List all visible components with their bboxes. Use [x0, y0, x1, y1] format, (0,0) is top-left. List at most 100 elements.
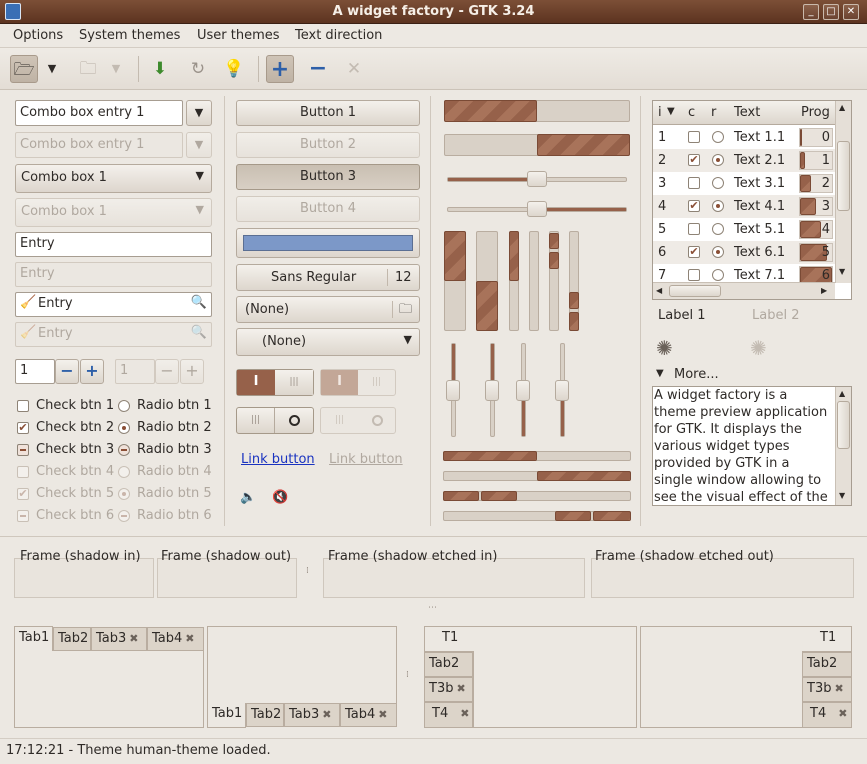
- scroll-up-icon[interactable]: ▲: [839, 103, 845, 112]
- row-checkbox[interactable]: ✔: [688, 246, 700, 258]
- tab-right-4[interactable]: T4 ✖: [802, 702, 852, 728]
- v-scale-2-handle[interactable]: [485, 380, 499, 401]
- scroll-up-icon[interactable]: ▲: [839, 389, 845, 398]
- close-tab-icon[interactable]: ✖: [456, 682, 465, 695]
- tab-right-3[interactable]: T3b ✖: [802, 677, 852, 702]
- tab-bottom-2[interactable]: Tab2: [246, 703, 284, 727]
- broom-icon[interactable]: 🧹: [20, 295, 36, 310]
- row-checkbox[interactable]: [688, 131, 700, 143]
- table-row[interactable]: 5 Text 5.1 4: [653, 218, 835, 241]
- pane-handle-h-icon[interactable]: ⋯: [428, 603, 437, 613]
- tab-left-4[interactable]: T4 ✖: [424, 702, 473, 728]
- lightbulb-icon[interactable]: 💡: [220, 55, 248, 83]
- menu-text-direction[interactable]: Text direction: [295, 28, 382, 43]
- switch-off[interactable]: |||: [236, 407, 314, 434]
- tab-top-1[interactable]: Tab1: [14, 626, 53, 651]
- tab-top-3[interactable]: Tab3 ✖: [91, 627, 147, 651]
- close-tab-icon[interactable]: ✖: [838, 707, 847, 720]
- scroll-right-icon[interactable]: ▶: [821, 286, 827, 295]
- title-bar[interactable]: A widget factory - GTK 3.24 _ □ ✕: [0, 0, 867, 24]
- tree-hscroll-thumb[interactable]: [669, 285, 721, 297]
- radio-btn-3[interactable]: [118, 444, 130, 456]
- expander-chevron-icon[interactable]: ▼: [656, 368, 664, 379]
- text-vscroll-thumb[interactable]: [837, 401, 850, 449]
- pane-handle-icon[interactable]: ⁞: [306, 566, 309, 576]
- spin-button-value[interactable]: 1: [15, 359, 55, 384]
- h-scale-1-handle[interactable]: [527, 171, 547, 187]
- menu-system-themes[interactable]: System themes: [79, 28, 180, 43]
- text-vscrollbar[interactable]: ▲ ▼: [835, 387, 851, 505]
- v-scale-4-handle[interactable]: [555, 380, 569, 401]
- row-radio[interactable]: [712, 200, 724, 212]
- row-radio[interactable]: [712, 269, 724, 281]
- tab-right-2[interactable]: Tab2: [802, 652, 852, 677]
- row-radio[interactable]: [712, 223, 724, 235]
- open-folder-icon[interactable]: 🗁: [10, 55, 38, 83]
- refresh-icon[interactable]: ↻: [184, 55, 212, 83]
- tab-right-1[interactable]: T1: [802, 626, 852, 652]
- combo-entry-1[interactable]: Combo box entry 1: [15, 100, 183, 126]
- add-icon[interactable]: +: [266, 55, 294, 83]
- scroll-left-icon[interactable]: ◀: [656, 286, 662, 295]
- check-btn-1[interactable]: [17, 400, 29, 412]
- table-row[interactable]: 2 ✔ Text 2.1 1: [653, 149, 835, 172]
- close-tab-icon[interactable]: ✖: [460, 707, 469, 720]
- row-checkbox[interactable]: [688, 177, 700, 189]
- combo-box-1[interactable]: Combo box 1 ▼: [15, 164, 212, 193]
- tree-vscrollbar[interactable]: ▲ ▼: [835, 101, 851, 283]
- col-header-r[interactable]: r: [711, 105, 716, 120]
- font-button[interactable]: Sans Regular 12: [236, 264, 420, 291]
- row-radio[interactable]: [712, 131, 724, 143]
- text-view[interactable]: A widget factory is a theme preview appl…: [654, 387, 832, 505]
- menu-options[interactable]: Options: [13, 28, 63, 43]
- radio-btn-1[interactable]: [118, 400, 130, 412]
- tab-top-2[interactable]: Tab2: [53, 627, 91, 651]
- check-btn-3[interactable]: [17, 444, 29, 456]
- switch-on[interactable]: I |||: [236, 369, 314, 396]
- link-button[interactable]: Link button: [241, 452, 315, 467]
- table-row[interactable]: 6 ✔ Text 6.1 5: [653, 241, 835, 264]
- close-tab-icon[interactable]: ✖: [834, 682, 843, 695]
- volume-icon[interactable]: 🔈: [240, 490, 256, 505]
- tab-top-4[interactable]: Tab4 ✖: [147, 627, 204, 651]
- v-scale-1-handle[interactable]: [446, 380, 460, 401]
- row-radio[interactable]: [712, 154, 724, 166]
- table-row[interactable]: 1 Text 1.1 0: [653, 126, 835, 149]
- minimize-icon[interactable]: _: [803, 4, 819, 20]
- row-checkbox[interactable]: ✔: [688, 200, 700, 212]
- scroll-down-icon[interactable]: ▼: [839, 491, 845, 500]
- close-tab-icon[interactable]: ✖: [185, 632, 194, 645]
- file-chooser-button[interactable]: (None) 🗀: [236, 296, 420, 323]
- check-btn-2[interactable]: ✔: [17, 422, 29, 434]
- tab-bottom-4[interactable]: Tab4 ✖: [340, 703, 397, 727]
- close-tab-icon[interactable]: ✖: [378, 708, 387, 721]
- expander-more[interactable]: More...: [674, 367, 719, 382]
- pane-handle-icon[interactable]: ⁞: [406, 670, 409, 680]
- text-view-frame[interactable]: A widget factory is a theme preview appl…: [652, 386, 852, 506]
- col-header-text[interactable]: Text: [734, 105, 760, 120]
- tab-left-3[interactable]: T3b ✖: [424, 677, 473, 702]
- close-tab-icon[interactable]: ✖: [129, 632, 138, 645]
- menu-user-themes[interactable]: User themes: [197, 28, 280, 43]
- close-icon[interactable]: ✕: [843, 4, 859, 20]
- tab-left-2[interactable]: Tab2: [424, 652, 473, 677]
- v-scale-3-handle[interactable]: [516, 380, 530, 401]
- tree-vscroll-thumb[interactable]: [837, 141, 850, 211]
- tree-view[interactable]: i ▼ c r Text Prog 1 Text 1.1 0 2 ✔ Text 2.1 1 3…: [652, 100, 852, 300]
- tab-left-1[interactable]: T1: [424, 626, 474, 652]
- download-icon[interactable]: ⬇: [146, 55, 174, 83]
- color-button[interactable]: [236, 228, 420, 258]
- col-header-prog[interactable]: Prog: [801, 105, 830, 120]
- table-row[interactable]: 3 Text 3.1 2: [653, 172, 835, 195]
- search-icon[interactable]: 🔍: [191, 295, 207, 310]
- maximize-icon[interactable]: □: [823, 4, 839, 20]
- spin-increment-icon[interactable]: +: [80, 359, 104, 384]
- row-radio[interactable]: [712, 177, 724, 189]
- button-3[interactable]: Button 3: [236, 164, 420, 190]
- h-scale-2-handle[interactable]: [527, 201, 547, 217]
- row-checkbox[interactable]: [688, 223, 700, 235]
- tab-bottom-3[interactable]: Tab3 ✖: [284, 703, 340, 727]
- combo-entry-1-chevron-icon[interactable]: ▼: [186, 100, 212, 126]
- remove-icon[interactable]: −: [304, 55, 332, 83]
- open-menu-chevron-icon[interactable]: ▼: [42, 55, 62, 83]
